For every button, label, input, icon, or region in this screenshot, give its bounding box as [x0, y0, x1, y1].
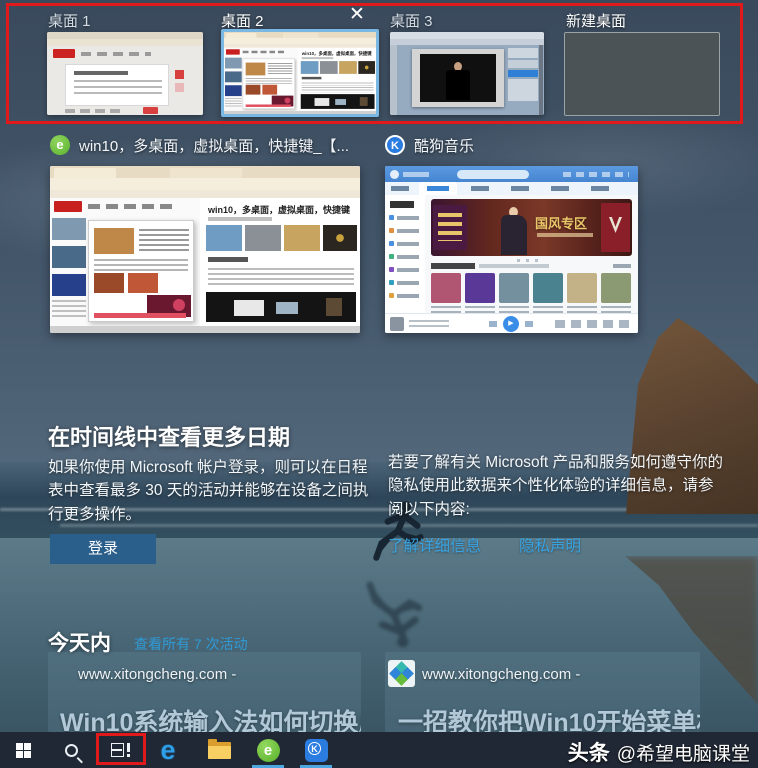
activity-title: Win10系统输入法如何切换成: [60, 709, 361, 732]
window-title-row-2: K 酷狗音乐: [385, 133, 635, 157]
see-all-activities-link[interactable]: 查看所有 7 次活动: [134, 634, 248, 654]
mini-article-title: win10，多桌面，虚拟桌面，快捷键: [208, 205, 351, 215]
kugou-button[interactable]: K: [296, 732, 336, 768]
window-thumbnail-kugou[interactable]: 国风专区 ▶: [385, 166, 638, 333]
activity-card-1[interactable]: www.xitongcheng.com - Win10系统输入法如何切换成: [48, 652, 361, 732]
mini-banner: 国风专区: [431, 199, 632, 256]
xitongcheng-icon: [388, 660, 415, 687]
mini-player-bar: ▶: [385, 313, 638, 333]
mini-album-grid: [431, 273, 632, 313]
activity-card-2[interactable]: www.xitongcheng.com - 一招教你把Win10开始菜单机: [385, 652, 700, 732]
window-title-1: win10，多桌面，虚拟桌面，快捷键_【...: [79, 137, 350, 155]
window-thumbnail-browser[interactable]: win10，多桌面，虚拟桌面，快捷键: [50, 166, 360, 333]
mini-kugou-main: 国风专区: [425, 195, 638, 313]
learn-more-link[interactable]: 了解详细信息: [388, 534, 481, 556]
watermark: 头条 @希望电脑课堂: [568, 737, 750, 767]
privacy-statement-link[interactable]: 隐私声明: [519, 534, 581, 556]
browser-360-icon: e: [50, 135, 70, 155]
start-button[interactable]: [4, 732, 42, 768]
banner-text: 国风专区: [535, 216, 588, 231]
kugou-icon: K: [304, 738, 328, 762]
edge-icon: e: [160, 734, 176, 765]
search-button[interactable]: [52, 732, 90, 768]
timeline-right-text: 若要了解有关 Microsoft 产品和服务如何遵守你的隐私使用此数据来个性化体…: [388, 454, 723, 518]
watermark-brand: 头条: [567, 742, 610, 765]
activity-source: www.xitongcheng.com -: [78, 666, 237, 683]
activity-title: 一招教你把Win10开始菜单机: [398, 709, 700, 732]
kugou-icon: K: [385, 135, 405, 155]
timeline-links: 了解详细信息 隐私声明: [388, 534, 581, 556]
signin-button[interactable]: 登录: [50, 534, 156, 564]
mini-kugou-sidebar: [385, 195, 425, 313]
timeline-left-text: 如果你使用 Microsoft 帐户登录，则可以在日程表中查看最多 30 天的活…: [48, 459, 369, 523]
activity-source: www.xitongcheng.com -: [422, 666, 581, 683]
window-title-2: 酷狗音乐: [414, 137, 475, 155]
browser-360-button[interactable]: e: [248, 732, 288, 768]
search-icon: [64, 743, 78, 757]
timeline-heading: 在时间线中查看更多日期: [48, 425, 291, 450]
file-explorer-button[interactable]: [198, 732, 240, 768]
watermark-handle: @希望电脑课堂: [616, 744, 750, 765]
mini-kugou-titlebar: [385, 166, 638, 182]
browser-360-icon: e: [256, 738, 280, 762]
task-view-screen: 桌面 1 桌面 2 ✕ 桌面 3 新建桌面 win10，多桌面，虚拟桌面，快捷键…: [0, 0, 758, 768]
folder-icon: [207, 738, 231, 759]
annotation-box-taskview: [96, 733, 146, 765]
runner-reflection: [362, 570, 430, 652]
windows-logo-icon: [15, 742, 31, 758]
mini-search-box: [457, 169, 529, 179]
play-button-icon: ▶: [503, 316, 519, 332]
mini-kugou-tabs: [385, 182, 638, 195]
window-title-row-1: e win10，多桌面，虚拟桌面，快捷键_【...: [50, 133, 370, 157]
edge-button[interactable]: e: [148, 732, 188, 768]
annotation-box-desktops: [6, 3, 743, 124]
